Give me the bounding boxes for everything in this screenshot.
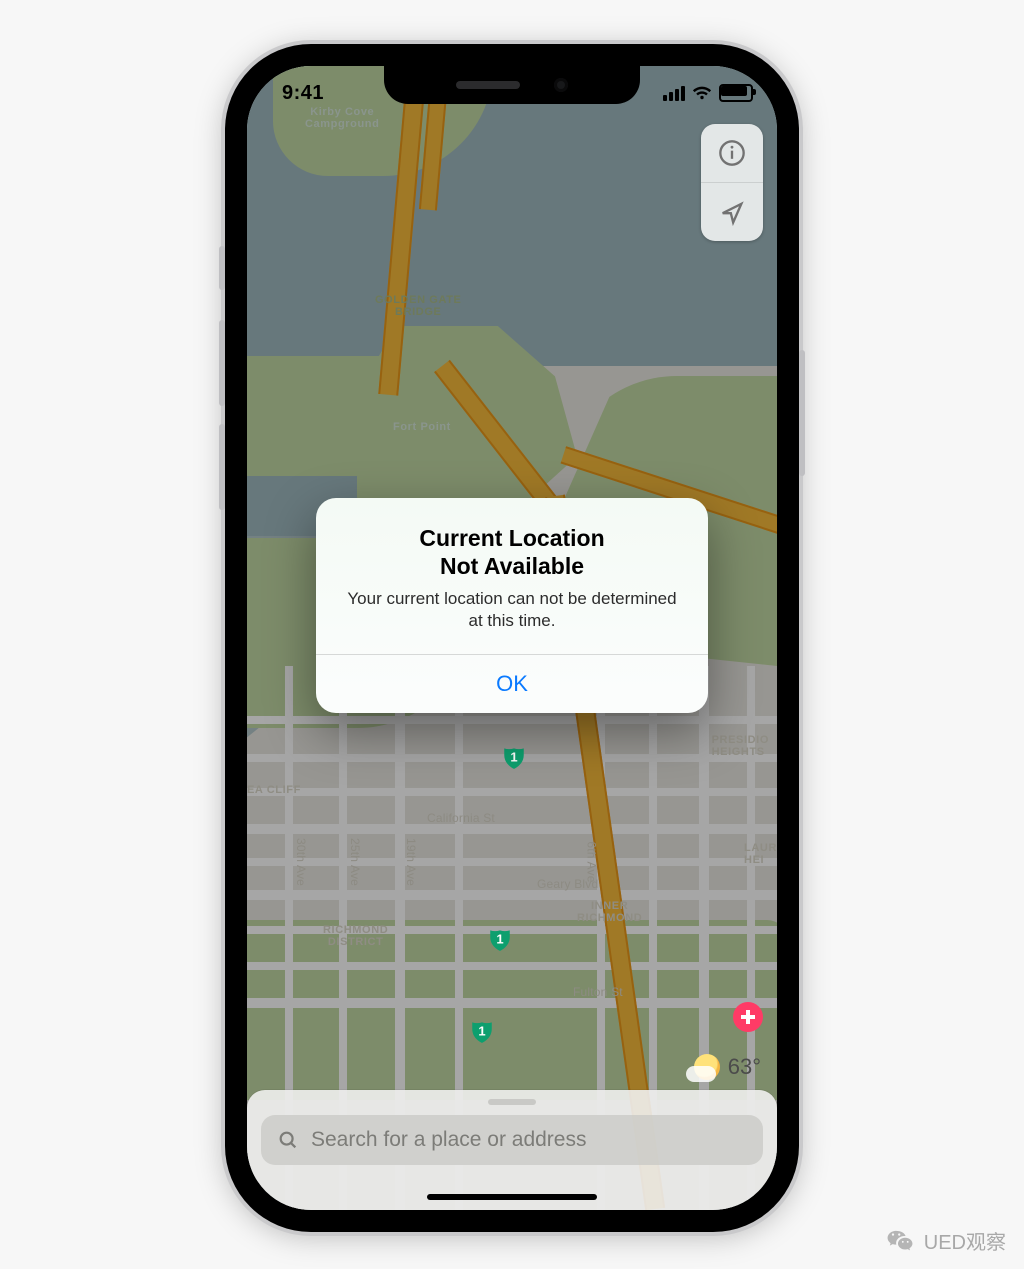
notch xyxy=(384,66,640,104)
road-6th: 6th Ave xyxy=(586,841,598,882)
area-sea-cliff: EA CLIFF xyxy=(247,784,301,796)
road-25th: 25th Ave xyxy=(349,838,361,886)
map-info-button[interactable] xyxy=(701,124,763,182)
route-shield-icon: 1 xyxy=(469,1018,495,1044)
search-sheet[interactable]: Search for a place or address xyxy=(247,1090,777,1210)
power-button xyxy=(799,350,805,476)
location-alert: Current Location Not Available Your curr… xyxy=(316,498,708,713)
area-inner-richmond: INNER RICHMOND xyxy=(577,900,642,924)
road-california: California St xyxy=(427,812,495,824)
phone-frame: Kirby Cove Campground GOLDEN GATE BRIDGE… xyxy=(225,44,799,1232)
volume-down-button xyxy=(219,424,225,510)
medical-pin-icon[interactable] xyxy=(733,1002,763,1032)
search-icon xyxy=(277,1129,299,1151)
home-indicator[interactable] xyxy=(427,1194,597,1200)
battery-icon xyxy=(719,84,753,102)
mute-switch xyxy=(219,246,225,290)
weather-chip[interactable]: 63° xyxy=(694,1054,761,1080)
sheet-grabber[interactable] xyxy=(488,1099,536,1105)
alert-message: Your current location can not be determi… xyxy=(340,588,684,632)
watermark: UED观察 xyxy=(886,1226,1006,1255)
alert-title: Current Location Not Available xyxy=(340,524,684,580)
status-time: 9:41 xyxy=(282,82,324,105)
svg-text:1: 1 xyxy=(478,1023,485,1038)
locate-me-button[interactable] xyxy=(701,182,763,241)
wechat-icon xyxy=(886,1227,914,1255)
poi-fort-point: Fort Point xyxy=(393,421,451,433)
info-icon xyxy=(718,139,746,167)
sun-icon xyxy=(694,1054,720,1080)
search-placeholder: Search for a place or address xyxy=(311,1128,586,1152)
wifi-icon xyxy=(692,86,712,101)
area-richmond-district: RICHMOND DISTRICT xyxy=(323,924,388,948)
weather-temp: 63° xyxy=(728,1054,761,1080)
volume-up-button xyxy=(219,320,225,406)
svg-text:1: 1 xyxy=(496,931,503,946)
road-30th: 30th Ave xyxy=(295,838,307,886)
cellular-icon xyxy=(663,86,685,101)
watermark-text: UED观察 xyxy=(924,1226,1006,1255)
svg-text:1: 1 xyxy=(510,749,517,764)
road-19th: 19th Ave xyxy=(405,838,417,886)
poi-golden-gate: GOLDEN GATE BRIDGE xyxy=(375,294,461,318)
alert-ok-button[interactable]: OK xyxy=(316,655,708,713)
area-presidio-heights: PRESIDIO HEIGHTS xyxy=(712,734,769,758)
search-field[interactable]: Search for a place or address xyxy=(261,1115,763,1165)
road-fulton: Fulton St xyxy=(573,986,623,998)
location-arrow-icon xyxy=(718,198,746,226)
map-controls xyxy=(701,124,763,241)
area-laurel-heights: LAUR HEI xyxy=(744,842,777,866)
screen: Kirby Cove Campground GOLDEN GATE BRIDGE… xyxy=(247,66,777,1210)
route-shield-icon: 1 xyxy=(487,926,513,952)
route-shield-icon: 1 xyxy=(501,744,527,770)
